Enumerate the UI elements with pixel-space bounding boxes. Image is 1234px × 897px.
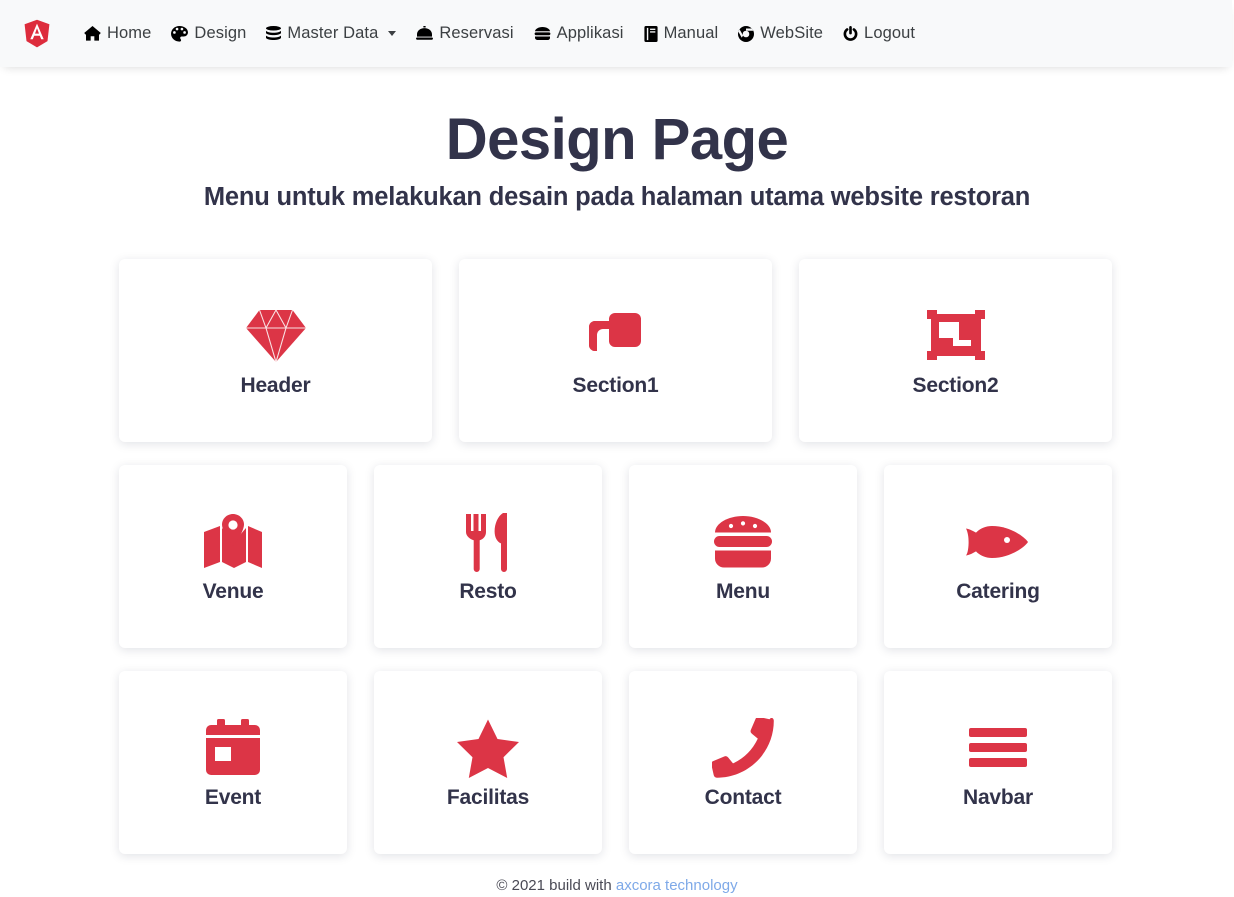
page-title: Design Page bbox=[445, 107, 789, 172]
card-section1[interactable]: Section1 bbox=[459, 258, 772, 442]
power-icon bbox=[843, 25, 858, 42]
nav-item-design[interactable]: Design bbox=[161, 24, 256, 43]
page-subtitle: Menu untuk melakukan desain pada halaman… bbox=[203, 182, 1031, 211]
card-resto-label: Resto bbox=[459, 579, 517, 603]
card-menu[interactable]: Menu bbox=[629, 464, 857, 648]
card-catering[interactable]: Catering bbox=[884, 464, 1112, 648]
home-icon bbox=[84, 26, 101, 41]
card-catering-label: Catering bbox=[956, 579, 1040, 603]
card-contact-label: Contact bbox=[704, 785, 782, 809]
nav-item-logout[interactable]: Logout bbox=[833, 24, 925, 43]
angular-logo-shield bbox=[24, 19, 50, 47]
card-venue-label: Venue bbox=[202, 579, 264, 603]
copyright-text: © 2021 build with bbox=[496, 876, 612, 894]
card-venue[interactable]: Venue bbox=[119, 464, 347, 648]
card-contact[interactable]: Contact bbox=[629, 670, 857, 854]
utensils-icon bbox=[463, 511, 513, 573]
card-facilitas[interactable]: Facilitas bbox=[374, 670, 602, 854]
card-section1-label: Section1 bbox=[572, 373, 659, 397]
card-navbar-label: Navbar bbox=[962, 785, 1033, 809]
card-event[interactable]: Event bbox=[119, 670, 347, 854]
card-header[interactable]: Header bbox=[119, 258, 432, 442]
fish-icon bbox=[966, 511, 1030, 573]
page-header: Design Page Menu untuk melakukan desain … bbox=[0, 107, 1234, 212]
nav-item-master-data[interactable]: Master Data bbox=[256, 24, 406, 43]
book-icon bbox=[643, 25, 658, 42]
card-navbar[interactable]: Navbar bbox=[884, 670, 1112, 854]
nav-item-website[interactable]: WebSite bbox=[728, 24, 833, 43]
card-resto[interactable]: Resto bbox=[374, 464, 602, 648]
phone-icon bbox=[712, 717, 774, 779]
axcora-technology-link[interactable]: axcora technology bbox=[616, 877, 738, 894]
main-navbar: Home Design Master Data Reservasi Applik… bbox=[0, 0, 1232, 67]
nav-item-website-label: WebSite bbox=[760, 24, 824, 42]
nav-item-home-label: Home bbox=[107, 24, 152, 42]
burger-icon bbox=[712, 511, 774, 573]
nav-item-logout-label: Logout bbox=[864, 24, 916, 42]
object-group-icon bbox=[925, 305, 987, 367]
card-event-label: Event bbox=[204, 785, 262, 809]
map-marked-icon bbox=[202, 511, 264, 573]
navbar-items: Home Design Master Data Reservasi Applik… bbox=[74, 24, 925, 43]
nav-item-applikasi-label: Applikasi bbox=[556, 24, 624, 42]
design-menu-grid: Header Section1 Section2 Venue Resto Men… bbox=[119, 258, 1115, 854]
card-header-label: Header bbox=[240, 373, 311, 397]
clone-icon bbox=[587, 305, 645, 367]
card-menu-label: Menu bbox=[715, 579, 771, 603]
palette-icon bbox=[171, 25, 189, 42]
nav-item-reservasi-label: Reservasi bbox=[439, 24, 514, 42]
card-row-1: Header Section1 Section2 bbox=[119, 258, 1115, 442]
star-icon bbox=[456, 717, 520, 779]
nav-item-design-label: Design bbox=[194, 24, 247, 42]
bars-icon bbox=[969, 717, 1027, 779]
nav-item-manual-label: Manual bbox=[663, 24, 719, 42]
nav-item-manual[interactable]: Manual bbox=[634, 24, 729, 43]
angular-logo-icon[interactable] bbox=[22, 18, 52, 50]
gem-icon bbox=[245, 305, 307, 367]
chevron-down-icon[interactable] bbox=[388, 31, 397, 36]
chrome-icon bbox=[738, 25, 755, 42]
concierge-bell-icon bbox=[416, 26, 434, 41]
nav-item-applikasi[interactable]: Applikasi bbox=[524, 24, 634, 43]
card-section2[interactable]: Section2 bbox=[799, 258, 1112, 442]
nav-item-master-data-label: Master Data bbox=[287, 24, 379, 42]
page-footer: © 2021 build with axcora technology bbox=[0, 877, 1234, 894]
calendar-day-icon bbox=[206, 717, 260, 779]
nav-item-reservasi[interactable]: Reservasi bbox=[406, 24, 523, 43]
card-section2-label: Section2 bbox=[912, 373, 999, 397]
card-row-2: Venue Resto Menu Catering bbox=[119, 464, 1115, 648]
card-row-3: Event Facilitas Contact Navbar bbox=[119, 670, 1115, 854]
nav-item-home[interactable]: Home bbox=[74, 24, 161, 43]
hamburger-food-icon bbox=[534, 26, 551, 41]
database-icon bbox=[266, 25, 282, 42]
card-facilitas-label: Facilitas bbox=[446, 785, 530, 809]
